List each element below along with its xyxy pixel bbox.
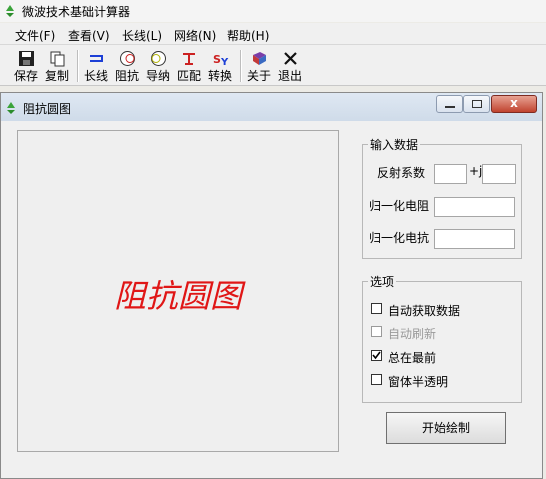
auto-refresh-label: 自动刷新 xyxy=(388,327,437,341)
menu-bar: 文件(F) 查看(V) 长线(L) 网络(N) 帮助(H) xyxy=(0,23,546,45)
auto-refresh-checkbox xyxy=(371,326,382,337)
menu-view[interactable]: 查看(V) xyxy=(68,27,110,44)
copy-icon xyxy=(50,51,65,67)
convert-label: 转换 xyxy=(207,69,232,83)
exit-button[interactable]: 退出 xyxy=(275,48,305,84)
smith-chart-icon xyxy=(120,51,135,66)
minimize-button[interactable] xyxy=(436,95,463,113)
svg-text:Y: Y xyxy=(220,57,229,67)
convert-button[interactable]: S Y 转换 xyxy=(205,48,235,84)
floppy-disk-icon xyxy=(19,51,34,66)
maximize-button[interactable] xyxy=(463,95,490,113)
always-on-top-checkbox[interactable] xyxy=(371,350,382,361)
admittance-chart-icon xyxy=(151,51,166,66)
smith-chart-canvas[interactable]: 阻抗圆图 xyxy=(17,130,339,452)
toolbar: 保存 复制 长线 阻抗 导纳 匹配 S Y 转换 关于 退出 xyxy=(0,45,546,86)
smith-chart-window: 阻抗圆图 x 阻抗圆图 输入数据 反射系数 +j 归一化电阻 归一化电抗 选项 … xyxy=(0,92,543,479)
copy-button[interactable]: 复制 xyxy=(42,48,72,84)
normalized-reactance-label: 归一化电抗 xyxy=(369,231,430,245)
recycle-icon xyxy=(6,5,14,17)
reflection-real-input[interactable] xyxy=(434,164,467,184)
book-icon xyxy=(253,52,266,65)
options-group-title: 选项 xyxy=(368,273,397,290)
matching-button[interactable]: 匹配 xyxy=(174,48,204,84)
admittance-button[interactable]: 导纳 xyxy=(143,48,173,84)
translucent-label: 窗体半透明 xyxy=(388,375,449,389)
minimize-icon xyxy=(445,106,455,108)
normalized-reactance-input[interactable] xyxy=(434,229,515,249)
app-title: 微波技术基础计算器 xyxy=(22,5,131,19)
matching-icon xyxy=(183,53,195,65)
input-data-group: 输入数据 反射系数 +j 归一化电阻 归一化电抗 xyxy=(362,136,522,259)
auto-fetch-checkbox[interactable] xyxy=(371,303,382,314)
start-drawing-button[interactable]: 开始绘制 xyxy=(386,412,506,444)
reflection-coefficient-label: 反射系数 xyxy=(377,166,426,180)
imaginary-unit-label: +j xyxy=(469,164,483,178)
transmission-line-icon xyxy=(90,55,103,62)
app-title-bar: 微波技术基础计算器 xyxy=(0,0,546,22)
menu-help[interactable]: 帮助(H) xyxy=(227,27,269,44)
translucent-checkbox[interactable] xyxy=(371,374,382,385)
svg-text:S: S xyxy=(213,53,221,66)
close-button[interactable]: x xyxy=(491,95,537,113)
reflection-imag-input[interactable] xyxy=(482,164,516,184)
copy-label: 复制 xyxy=(44,69,69,83)
normalized-resistance-label: 归一化电阻 xyxy=(369,199,430,213)
always-on-top-label: 总在最前 xyxy=(388,351,437,365)
input-group-title: 输入数据 xyxy=(368,136,421,153)
auto-fetch-label: 自动获取数据 xyxy=(388,304,461,318)
recycle-icon xyxy=(7,102,15,114)
exit-label: 退出 xyxy=(277,69,302,83)
about-button[interactable]: 关于 xyxy=(244,48,274,84)
save-button[interactable]: 保存 xyxy=(11,48,41,84)
close-x-icon xyxy=(284,52,297,65)
menu-line[interactable]: 长线(L) xyxy=(122,27,162,44)
menu-file[interactable]: 文件(F) xyxy=(15,27,55,44)
close-icon: x xyxy=(510,96,518,110)
maximize-icon xyxy=(472,100,482,108)
window-title-bar: 阻抗圆图 x xyxy=(1,93,542,121)
checkmark-icon xyxy=(372,351,381,360)
normalized-resistance-input[interactable] xyxy=(434,197,515,217)
chart-placeholder-label: 阻抗圆图 xyxy=(113,277,242,315)
menu-network[interactable]: 网络(N) xyxy=(174,27,216,44)
line-button[interactable]: 长线 xyxy=(81,48,111,84)
options-group: 选项 自动获取数据 自动刷新 总在最前 窗体半透明 xyxy=(362,273,522,403)
sy-convert-icon: S Y xyxy=(213,53,229,67)
impedance-button[interactable]: 阻抗 xyxy=(112,48,142,84)
window-title: 阻抗圆图 xyxy=(23,102,72,116)
